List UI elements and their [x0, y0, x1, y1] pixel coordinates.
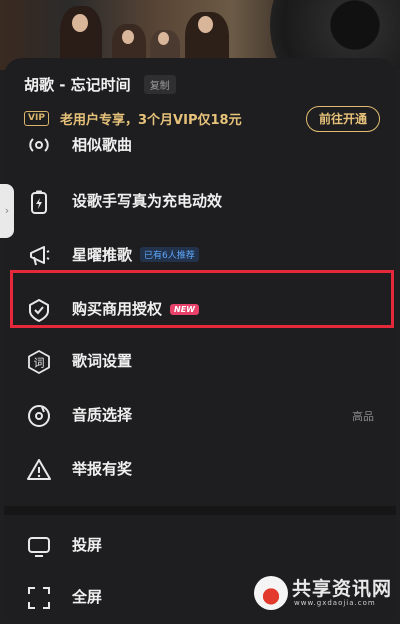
lyrics-icon: 词: [28, 350, 50, 374]
watermark: 共享资讯网 www.gxdaojia.com: [254, 572, 400, 614]
album-face: [158, 32, 169, 45]
disc-icon: [28, 405, 50, 427]
menu-label: 相似歌曲: [72, 136, 133, 154]
menu-item-audio-quality[interactable]: 音质选择 高品: [4, 390, 396, 442]
more-options-sheet: 胡歌 - 忘记时间 复制 VIP 老用户专享，3个月VIP仅18元 前往开通 相…: [4, 58, 396, 618]
vip-offer-text: 老用户专享，3个月VIP仅18元: [60, 113, 242, 128]
menu-item-similar-songs[interactable]: 相似歌曲: [4, 130, 396, 170]
megaphone-icon: [30, 246, 50, 266]
album-face: [72, 14, 88, 32]
quality-value: 高品: [352, 410, 374, 423]
copy-button[interactable]: 复制: [143, 75, 176, 94]
menu-item-charging-animation[interactable]: 设歌手写真为充电动效: [4, 176, 396, 228]
warning-icon: [27, 459, 51, 480]
lyrics-icon-glyph: 词: [34, 357, 45, 370]
side-handle[interactable]: ›: [0, 184, 14, 238]
cast-screen-icon: [28, 537, 50, 557]
highlight-frame: [10, 270, 394, 328]
menu-label: 音质选择: [72, 406, 133, 424]
recommend-count-badge: 已有6人推荐: [140, 247, 199, 262]
fullscreen-icon: [28, 587, 50, 609]
watermark-title: 共享资讯网: [292, 578, 393, 600]
radio-waves-icon: [29, 138, 49, 152]
vip-tag: VIP: [24, 111, 49, 126]
battery-charge-icon: [31, 190, 47, 214]
menu-label: 歌词设置: [72, 352, 133, 370]
menu-label-text: 星曜推歌: [72, 246, 133, 264]
section-divider: [4, 506, 396, 515]
watermark-logo-icon: [254, 576, 288, 610]
watermark-url: www.gxdaojia.com: [294, 599, 376, 607]
menu-label: 举报有奖: [72, 460, 133, 478]
album-face: [122, 30, 134, 44]
menu-label: 设歌手写真为充电动效: [72, 192, 223, 210]
menu-item-cast[interactable]: 投屏: [4, 520, 396, 572]
song-title: 胡歌 - 忘记时间: [24, 76, 131, 94]
song-header: 胡歌 - 忘记时间 复制: [24, 74, 376, 95]
menu-item-report[interactable]: 举报有奖: [4, 444, 396, 496]
vip-open-button[interactable]: 前往开通: [305, 106, 380, 132]
menu-item-lyrics-settings[interactable]: 词 歌词设置: [4, 336, 396, 388]
menu-label: 全屏: [72, 588, 103, 606]
album-face: [198, 16, 213, 33]
menu-label: 星曜推歌 已有6人推荐: [72, 244, 199, 265]
menu-label: 投屏: [72, 536, 103, 554]
